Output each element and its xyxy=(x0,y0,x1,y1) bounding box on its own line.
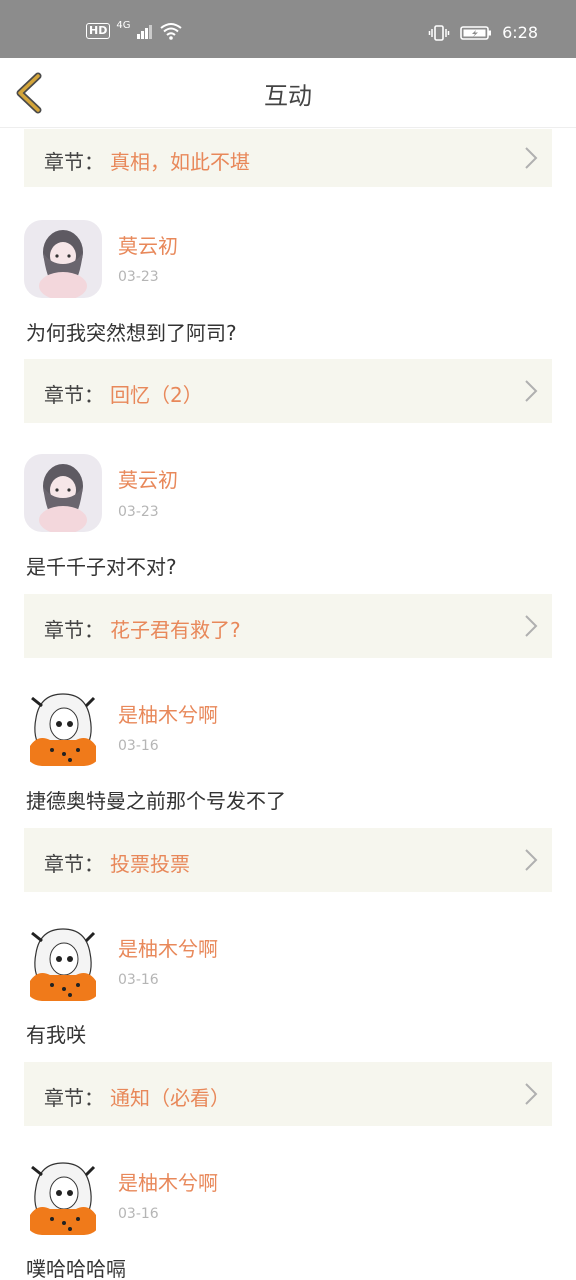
chevron-right-icon xyxy=(525,147,538,169)
chapter-name: 花子君有救了? xyxy=(110,618,241,642)
vibrate-icon xyxy=(428,24,450,41)
chapter-name: 真相，如此不堪 xyxy=(110,150,250,174)
chapter-link[interactable]: 章节： 真相，如此不堪 xyxy=(24,129,552,187)
anime-avatar-icon xyxy=(24,923,102,1001)
comment-text: 是千千子对不对? xyxy=(26,555,177,579)
chapter-link[interactable]: 章节： 花子君有救了? xyxy=(24,594,552,658)
network-label: 4G xyxy=(116,19,131,31)
signal-icon xyxy=(137,25,153,39)
avatar[interactable] xyxy=(24,220,102,298)
status-bar: HD 4G 6:28 xyxy=(0,0,576,58)
comment-text: 噗哈哈哈嗝 xyxy=(26,1257,126,1280)
username: 莫云初 xyxy=(118,468,178,492)
chapter-link[interactable]: 章节： 投票投票 xyxy=(24,828,552,892)
chapter-prefix: 章节： xyxy=(44,618,104,642)
chapter-name: 回忆（2） xyxy=(110,383,203,407)
comment-text: 为何我突然想到了阿司? xyxy=(26,321,237,345)
username: 莫云初 xyxy=(118,234,178,258)
chevron-right-icon xyxy=(525,1083,538,1105)
status-time: 6:28 xyxy=(502,23,538,42)
chevron-right-icon xyxy=(525,615,538,637)
avatar[interactable] xyxy=(24,923,102,1001)
username: 是柚木兮啊 xyxy=(118,1171,218,1195)
chevron-right-icon xyxy=(525,380,538,402)
battery-icon xyxy=(460,25,492,40)
avatar[interactable] xyxy=(24,1157,102,1235)
comment-date: 03-16 xyxy=(118,738,159,754)
chapter-prefix: 章节： xyxy=(44,150,104,174)
chevron-right-icon xyxy=(525,849,538,871)
chapter-prefix: 章节： xyxy=(44,383,104,407)
status-right: 6:28 xyxy=(428,23,538,42)
wifi-icon xyxy=(160,23,183,40)
anime-avatar-icon xyxy=(24,688,102,766)
comment-text: 捷德奥特曼之前那个号发不了 xyxy=(26,789,286,813)
hd-badge: HD xyxy=(86,23,111,39)
chapter-name: 投票投票 xyxy=(110,852,190,876)
chapter-link[interactable]: 章节： 回忆（2） xyxy=(24,359,552,423)
comment-date: 03-16 xyxy=(118,972,159,988)
girl-avatar-icon xyxy=(24,220,102,298)
chapter-prefix: 章节： xyxy=(44,1086,104,1110)
username: 是柚木兮啊 xyxy=(118,703,218,727)
chapter-prefix: 章节： xyxy=(44,852,104,876)
avatar[interactable] xyxy=(24,688,102,766)
comment-date: 03-23 xyxy=(118,269,159,285)
comment-date: 03-23 xyxy=(118,504,159,520)
header-bar: 互动 xyxy=(0,58,576,128)
chapter-link[interactable]: 章节： 通知（必看） xyxy=(24,1062,552,1126)
page-title: 互动 xyxy=(264,82,312,110)
chapter-name: 通知（必看） xyxy=(110,1086,230,1110)
avatar[interactable] xyxy=(24,454,102,532)
anime-avatar-icon xyxy=(24,1157,102,1235)
girl-avatar-icon xyxy=(24,454,102,532)
comment-date: 03-16 xyxy=(118,1206,159,1222)
status-left: HD 4G xyxy=(86,19,183,40)
username: 是柚木兮啊 xyxy=(118,937,218,961)
comment-text: 有我咲 xyxy=(26,1023,86,1047)
